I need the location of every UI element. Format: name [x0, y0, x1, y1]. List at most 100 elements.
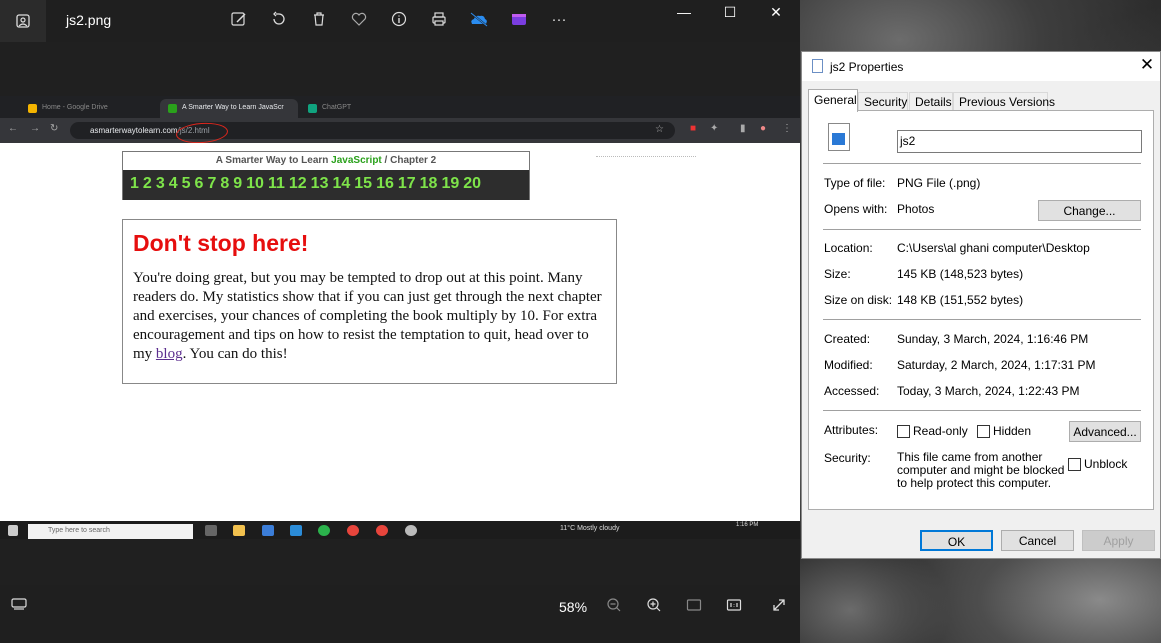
- profile-avatar-icon: ●: [760, 123, 767, 134]
- divider: [823, 410, 1141, 411]
- tab-security[interactable]: Security: [858, 92, 908, 111]
- tab-previous-versions[interactable]: Previous Versions: [953, 92, 1055, 111]
- chrome-icon: [376, 525, 388, 536]
- security-message: This file came from another computer and…: [897, 450, 1065, 490]
- chapter-link[interactable]: 1: [130, 175, 139, 192]
- book-header: A Smarter Way to Learn JavaScript / Chap…: [122, 151, 530, 200]
- captured-taskbar: Type here to search 11°C Mostly cloudy 1…: [0, 521, 800, 539]
- back-arrow-icon: ←: [8, 123, 18, 134]
- folder-icon: [233, 525, 245, 536]
- onedrive-icon[interactable]: [466, 8, 492, 30]
- chapter-link[interactable]: 12: [289, 175, 307, 192]
- taskbar-search: Type here to search: [28, 524, 193, 539]
- properties-dialog: js2 Properties ✕ General Security Detail…: [801, 51, 1161, 559]
- minimize-button[interactable]: —: [661, 0, 707, 24]
- divider: [823, 163, 1141, 164]
- blog-link[interactable]: blog: [156, 346, 183, 362]
- unblock-label: Unblock: [1084, 457, 1128, 471]
- chapter-link[interactable]: 16: [376, 175, 394, 192]
- file-name-field[interactable]: js2: [897, 130, 1142, 153]
- attributes-label: Attributes:: [824, 423, 879, 437]
- chapter-link[interactable]: 14: [332, 175, 350, 192]
- size-on-disk-value: 148 KB (151,552 bytes): [897, 293, 1024, 307]
- fullscreen-icon[interactable]: [768, 597, 790, 618]
- created-value: Sunday, 3 March, 2024, 1:16:46 PM: [897, 332, 1089, 346]
- divider: [823, 229, 1141, 230]
- reload-icon: ↻: [50, 123, 59, 134]
- hidden-label: Hidden: [993, 424, 1032, 438]
- advanced-button[interactable]: Advanced...: [1069, 421, 1141, 442]
- chapter-link[interactable]: 19: [441, 175, 459, 192]
- browser-tab-strip: Home - Google Drive A Smarter Way to Lea…: [0, 96, 800, 118]
- edit-image-icon[interactable]: [226, 8, 252, 30]
- chapter-link[interactable]: 13: [311, 175, 329, 192]
- chapter-link[interactable]: 4: [169, 175, 178, 192]
- maximize-button[interactable]: ☐: [707, 0, 753, 24]
- png-file-icon: [828, 123, 850, 151]
- callout-heading: Don't stop here!: [133, 230, 309, 256]
- book-title: A Smarter Way to Learn JavaScript / Chap…: [123, 152, 529, 170]
- favorite-icon[interactable]: [346, 8, 372, 30]
- change-button[interactable]: Change...: [1038, 200, 1141, 221]
- actual-size-icon[interactable]: [723, 597, 745, 618]
- image-canvas[interactable]: Home - Google Drive A Smarter Way to Lea…: [0, 96, 800, 539]
- chapter-link[interactable]: 3: [156, 175, 165, 192]
- dialog-title: js2 Properties: [830, 60, 904, 74]
- zoom-in-icon[interactable]: [643, 597, 665, 618]
- chapter-link[interactable]: 10: [246, 175, 264, 192]
- hidden-checkbox[interactable]: [977, 425, 990, 438]
- zoom-level: 58%: [559, 599, 588, 615]
- size-label: Size:: [824, 267, 851, 281]
- location-value: C:\Users\al ghani computer\Desktop: [897, 241, 1090, 255]
- type-value: PNG File (.png): [897, 176, 981, 190]
- more-icon[interactable]: ···: [546, 8, 572, 30]
- dialog-close-button[interactable]: ✕: [1137, 55, 1157, 75]
- chatgpt-icon: [308, 104, 317, 113]
- tab-general[interactable]: General: [808, 89, 858, 112]
- title-chapter: Chapter 2: [390, 155, 437, 166]
- puzzle-icon: ✦: [710, 123, 719, 134]
- print-icon[interactable]: [426, 8, 452, 30]
- chapter-link[interactable]: 8: [220, 175, 229, 192]
- info-icon[interactable]: [386, 8, 412, 30]
- ok-button[interactable]: OK: [920, 530, 993, 551]
- unblock-checkbox[interactable]: [1068, 458, 1081, 471]
- close-button[interactable]: ✕: [753, 0, 799, 24]
- tab-details[interactable]: Details: [909, 92, 953, 111]
- delete-icon[interactable]: [306, 8, 332, 30]
- callout-text: You're doing great, but you may be tempt…: [133, 269, 606, 364]
- settings-icon: [405, 525, 417, 536]
- apply-button[interactable]: Apply: [1082, 530, 1155, 551]
- size-value: 145 KB (148,523 bytes): [897, 267, 1024, 281]
- filmstrip-icon[interactable]: [8, 597, 30, 616]
- cancel-button[interactable]: Cancel: [1001, 530, 1074, 551]
- chapter-link[interactable]: 17: [398, 175, 416, 192]
- type-label: Type of file:: [824, 176, 886, 190]
- modified-value: Saturday, 2 March, 2024, 1:17:31 PM: [897, 358, 1096, 372]
- chapter-link[interactable]: 2: [143, 175, 152, 192]
- bookmark-star-icon: ☆: [655, 124, 664, 135]
- modified-label: Modified:: [824, 358, 873, 372]
- rotate-icon[interactable]: [266, 8, 292, 30]
- sidepanel-icon: ▮: [740, 123, 746, 134]
- clipchamp-icon[interactable]: [506, 8, 532, 30]
- readonly-checkbox[interactable]: [897, 425, 910, 438]
- chapter-link[interactable]: 6: [195, 175, 204, 192]
- taskview-icon: [205, 525, 217, 536]
- chapter-link[interactable]: 5: [182, 175, 191, 192]
- photos-titlebar: js2.png ··· — ☐ ✕: [0, 0, 800, 42]
- properties-titlebar: js2 Properties ✕: [802, 52, 1160, 81]
- zoom-out-icon[interactable]: [603, 597, 625, 618]
- fit-to-window-icon[interactable]: [683, 597, 705, 618]
- chapter-link[interactable]: 7: [207, 175, 216, 192]
- chapter-link[interactable]: 11: [268, 175, 285, 192]
- chapter-link[interactable]: 18: [420, 175, 438, 192]
- photos-app-icon[interactable]: [0, 0, 46, 42]
- chapter-link[interactable]: 9: [233, 175, 242, 192]
- chapter-link[interactable]: 20: [463, 175, 481, 192]
- tab-label: A Smarter Way to Learn JavaScr: [182, 104, 284, 111]
- chapter-link[interactable]: 15: [354, 175, 372, 192]
- web-page: A Smarter Way to Learn JavaScript / Chap…: [0, 143, 800, 521]
- location-label: Location:: [824, 241, 873, 255]
- tab-label: ChatGPT: [322, 104, 352, 111]
